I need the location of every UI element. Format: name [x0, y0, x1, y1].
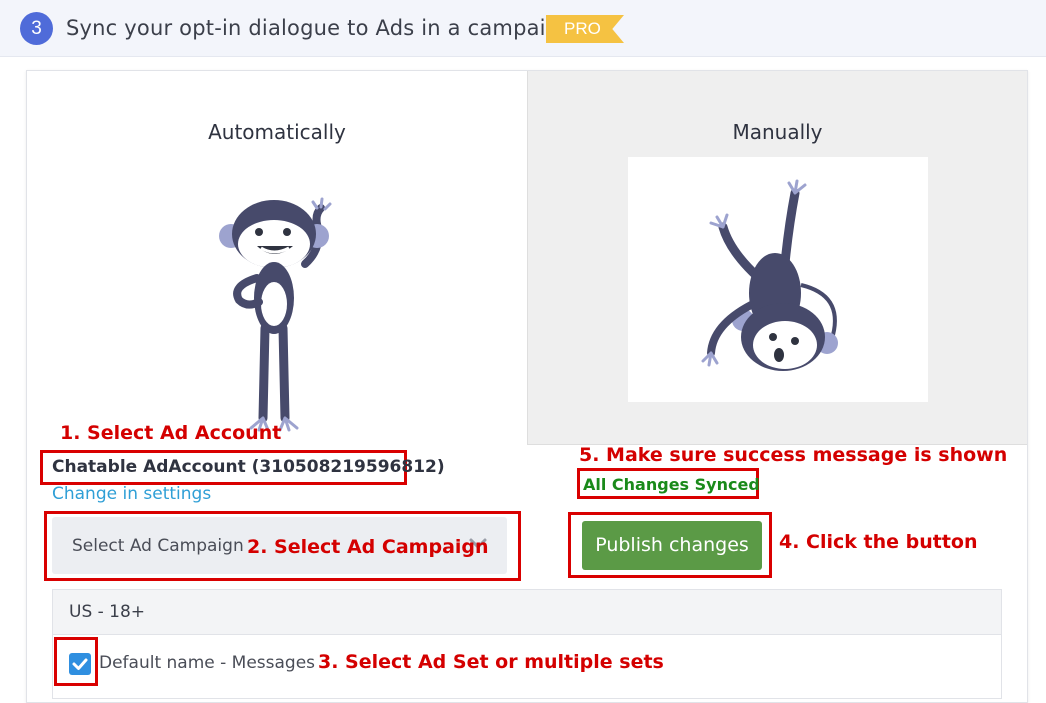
change-in-settings-link[interactable]: Change in settings — [52, 484, 211, 504]
annotation-step3: 3. Select Ad Set or multiple sets — [318, 651, 664, 673]
monkey-handstand-illustration — [701, 179, 838, 371]
option-manually[interactable]: Manually — [527, 71, 1027, 445]
ad-set-group-header: US - 18+ — [53, 590, 1001, 635]
ad-set-name: Default name - Messages — [99, 653, 316, 673]
ad-campaign-placeholder: Select Ad Campaign — [72, 536, 244, 556]
sync-status-message: All Changes Synced — [583, 475, 760, 494]
ad-set-group-label: US - 18+ — [69, 602, 146, 622]
pro-badge: PRO — [546, 15, 624, 43]
option-manually-title: Manually — [732, 120, 823, 144]
annotation-step5: 5. Make sure success message is shown — [579, 444, 1008, 466]
option-automatically[interactable]: Automatically — [27, 71, 527, 445]
publish-changes-button[interactable]: Publish changes — [582, 521, 762, 570]
annotation-step4: 4. Click the button — [779, 531, 978, 553]
annotation-step1: 1. Select Ad Account — [60, 422, 282, 444]
step-number-badge: 3 — [20, 12, 53, 45]
manual-image-frame — [628, 157, 928, 402]
monkey-waving-illustration — [219, 197, 332, 432]
step-title: Sync your opt-in dialogue to Ads in a ca… — [66, 16, 573, 40]
ad-account-name: Chatable AdAccount (310508219596812) — [52, 457, 445, 477]
annotation-step2: 2. Select Ad Campaign — [247, 536, 489, 558]
step-header: 3 Sync your opt-in dialogue to Ads in a … — [0, 0, 1046, 57]
ad-set-list: US - 18+ Default name - Messages — [52, 589, 1002, 699]
option-automatically-title: Automatically — [208, 120, 346, 144]
annotation-box-checkbox — [54, 637, 98, 686]
